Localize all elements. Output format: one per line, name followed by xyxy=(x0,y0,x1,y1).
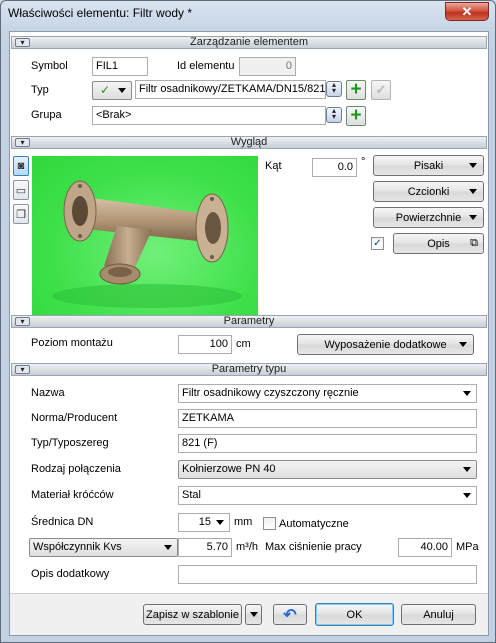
kvs-unit: m³/h xyxy=(236,541,258,553)
pressure-unit: MPa xyxy=(456,541,479,553)
plus-icon: + xyxy=(350,105,362,126)
id-label: Id elementu xyxy=(177,60,235,72)
dn-unit: mm xyxy=(234,516,253,528)
element-preview xyxy=(32,156,258,318)
folder-view-button[interactable]: ▭ xyxy=(13,180,29,200)
name-value: Filtr osadnikowy czyszczony ręcznie xyxy=(182,387,359,399)
fonts-button[interactable]: Czcionki xyxy=(373,181,484,202)
confirm-type-button[interactable]: ✓ xyxy=(371,80,391,100)
collapse-icon[interactable]: ▾ xyxy=(15,38,30,47)
cancel-button[interactable]: Anuluj xyxy=(401,604,476,625)
section-title: Wygląd xyxy=(230,136,268,148)
add-type-button[interactable]: + xyxy=(346,80,366,100)
material-dropdown[interactable]: Stal xyxy=(178,486,477,505)
material-label: Materiał króćców xyxy=(31,489,114,501)
group-label: Grupa xyxy=(31,109,62,121)
extra-equipment-button[interactable]: Wyposażenie dodatkowe xyxy=(297,334,474,355)
collapse-icon[interactable]: ▾ xyxy=(15,365,30,374)
type-status-dropdown[interactable]: ✓ xyxy=(92,81,132,100)
automatic-checkbox[interactable] xyxy=(263,517,276,530)
camera-icon: ◙ xyxy=(17,160,25,172)
kvs-dropdown[interactable]: Współczynnik Kvs xyxy=(29,538,178,557)
section-header-management[interactable]: ▾ Zarządzanie elementem xyxy=(11,36,487,49)
group-spin-icon[interactable]: ▴ ▾ xyxy=(326,107,342,123)
close-button[interactable]: ✕ xyxy=(445,2,489,21)
name-label: Nazwa xyxy=(31,387,65,399)
check-icon: ✓ xyxy=(100,83,111,97)
mount-level-label: Poziom montażu xyxy=(31,337,113,349)
producer-label: Norma/Producent xyxy=(31,412,118,424)
symbol-input[interactable]: FIL1 xyxy=(92,57,148,76)
section-header-appearance[interactable]: ▾ Wygląd xyxy=(11,136,487,149)
id-input: 0 xyxy=(239,57,296,76)
type-label: Typ xyxy=(31,84,49,96)
series-input[interactable]: 821 (F) xyxy=(178,434,477,453)
dn-value: 15 xyxy=(198,516,211,528)
group-input[interactable]: <Brak> xyxy=(92,106,326,125)
kvs-input[interactable]: 5.70 xyxy=(178,538,232,557)
fonts-button-label: Czcionki xyxy=(407,185,450,198)
save-template-menu-button[interactable] xyxy=(245,604,262,625)
description-button-label: Opis xyxy=(427,237,450,250)
type-spin-icon[interactable]: ▴ ▾ xyxy=(326,81,342,97)
name-dropdown[interactable]: Filtr osadnikowy czyszczony ręcznie xyxy=(178,384,477,403)
open-window-icon: ⧉ xyxy=(470,237,478,249)
connection-dropdown[interactable]: Kołnierzowe PN 40 xyxy=(178,460,477,479)
section-header-parameters[interactable]: ▾ Parametry xyxy=(11,315,487,328)
ok-button[interactable]: OK xyxy=(315,603,394,626)
type-input[interactable]: Filtr osadnikowy/ZETKAMA/DN15/821 xyxy=(135,80,326,99)
collapse-icon[interactable]: ▾ xyxy=(15,317,30,326)
extra-equipment-label: Wyposażenie dodatkowe xyxy=(324,338,447,351)
pens-button-label: Pisaki xyxy=(413,159,444,172)
pressure-input[interactable]: 40.00 xyxy=(398,538,452,557)
undo-button[interactable]: ↶ xyxy=(273,604,307,625)
dn-dropdown[interactable]: 15 xyxy=(178,513,230,532)
dn-label: Średnica DN xyxy=(31,516,94,528)
pressure-label: Max ciśnienie pracy xyxy=(265,541,362,553)
symbol-label: Symbol xyxy=(31,60,68,72)
surfaces-button[interactable]: Powierzchnie xyxy=(373,207,484,228)
save-template-button[interactable]: Zapisz w szablonie xyxy=(143,604,242,625)
pens-button[interactable]: Pisaki xyxy=(373,155,484,176)
connection-label: Rodzaj połączenia xyxy=(31,463,121,475)
add-group-button[interactable]: + xyxy=(346,106,366,126)
mount-level-unit: cm xyxy=(236,338,251,350)
filter-3d-image xyxy=(52,180,242,308)
producer-input[interactable]: ZETKAMA xyxy=(178,409,477,428)
section-title: Zarządzanie elementem xyxy=(189,36,308,48)
cube-icon: ❒ xyxy=(16,208,26,221)
description-checkbox[interactable]: ✓ xyxy=(371,237,384,250)
material-value: Stal xyxy=(182,489,201,501)
section-title: Parametry xyxy=(223,315,275,327)
folder-icon: ▭ xyxy=(15,184,27,197)
camera-view-button[interactable]: ◙ xyxy=(13,156,29,176)
notes-input[interactable] xyxy=(178,565,477,584)
mount-level-input[interactable]: 100 xyxy=(178,335,232,354)
kvs-select-value: Współczynnik Kvs xyxy=(33,541,122,553)
section-title: Parametry typu xyxy=(211,363,287,375)
dialog-window: Właściwości elementu: Filtr wody * ✕ ▾ Z… xyxy=(0,0,496,643)
surfaces-button-label: Powierzchnie xyxy=(395,211,462,224)
series-label: Typ/Typoszereg xyxy=(31,437,109,449)
angle-input[interactable]: 0.0 xyxy=(312,158,357,177)
angle-unit: ° xyxy=(361,156,366,168)
angle-label: Kąt xyxy=(265,160,282,172)
check-icon: ✓ xyxy=(375,82,387,97)
collapse-icon[interactable]: ▾ xyxy=(15,138,30,147)
automatic-label: Automatyczne xyxy=(279,518,349,530)
window-title: Właściwości elementu: Filtr wody * xyxy=(8,6,193,20)
3d-view-button[interactable]: ❒ xyxy=(13,204,29,224)
dialog-client: ▾ Zarządzanie elementem Symbol FIL1 Id e… xyxy=(9,31,489,636)
description-button[interactable]: Opis ⧉ xyxy=(393,233,484,254)
plus-icon: + xyxy=(350,79,362,100)
section-header-type-parameters[interactable]: ▾ Parametry typu xyxy=(11,363,487,376)
notes-label: Opis dodatkowy xyxy=(31,568,110,580)
connection-value: Kołnierzowe PN 40 xyxy=(182,463,276,475)
